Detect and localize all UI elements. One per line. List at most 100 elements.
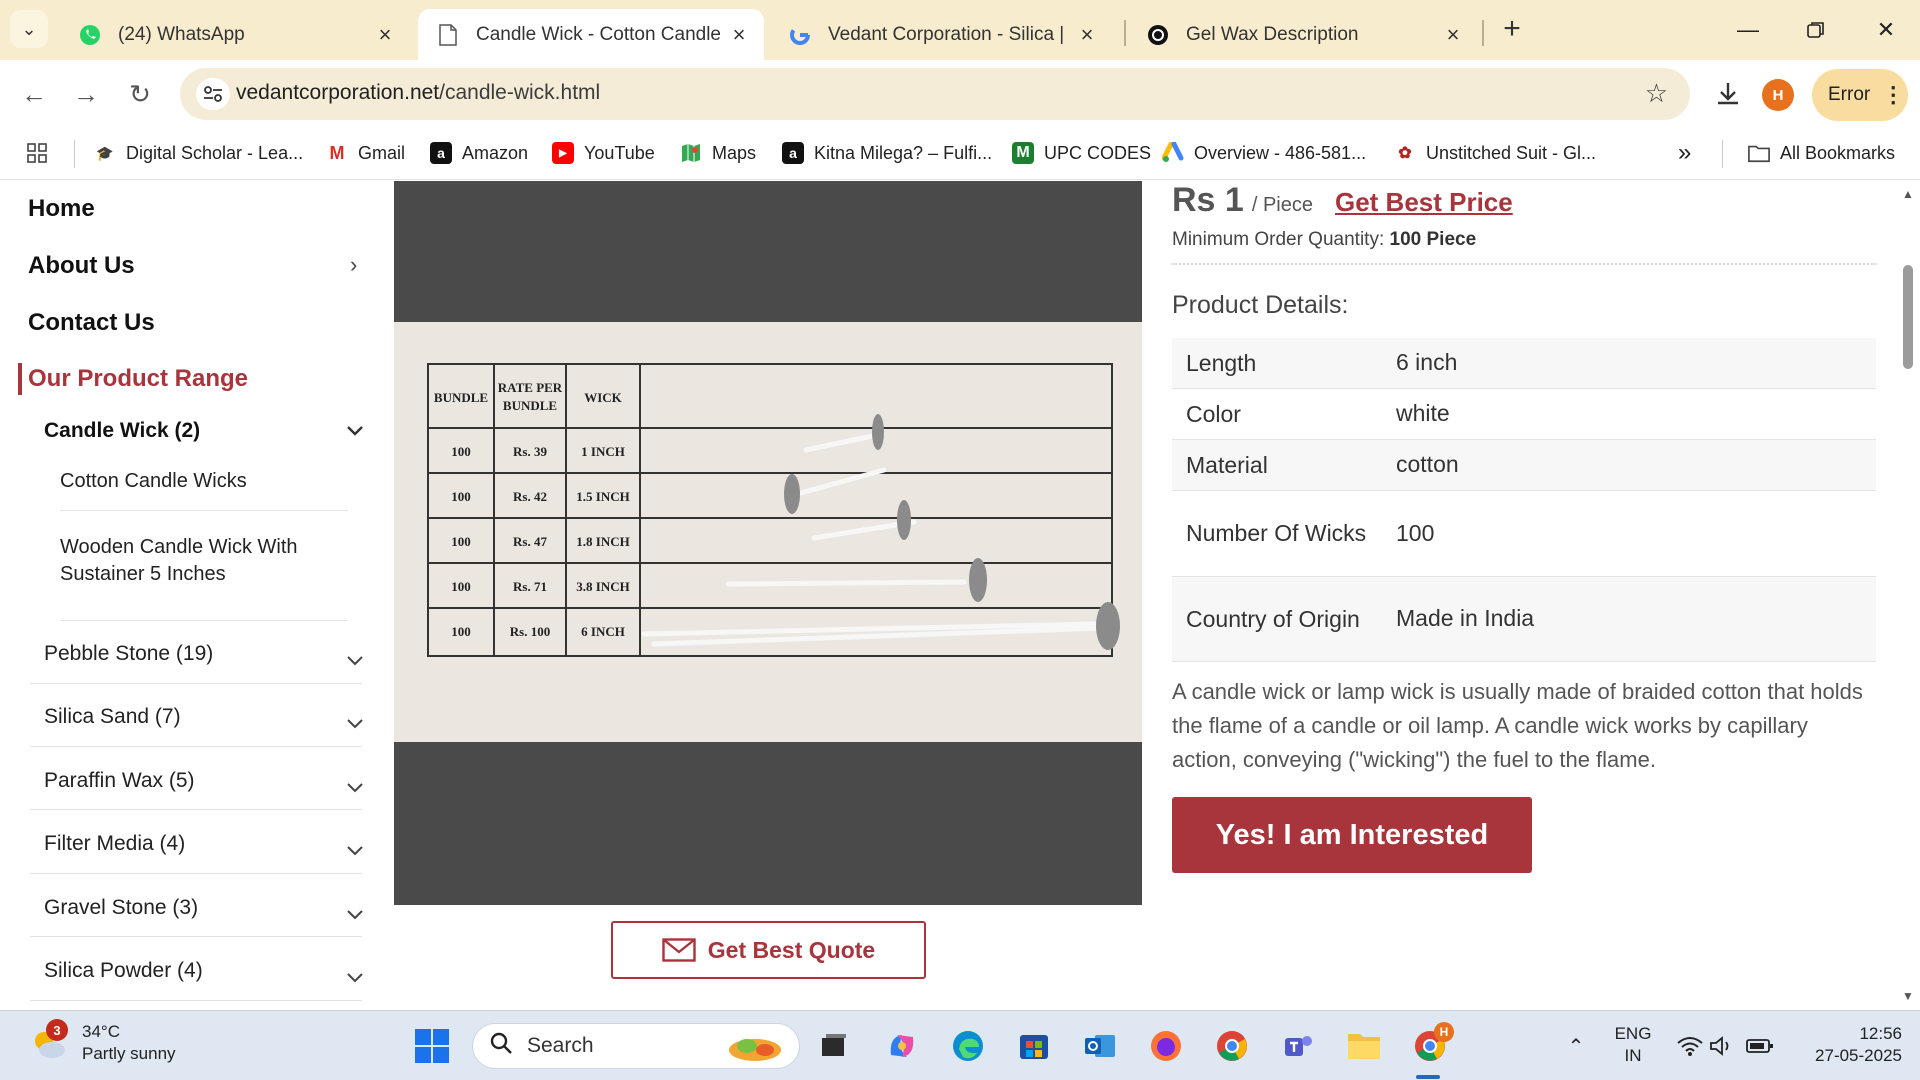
product-image-gallery[interactable]: BUNDLE RATE PER BUNDLE WICK 100 Rs. 39 1 I…	[394, 181, 1142, 905]
close-icon[interactable]: ×	[728, 22, 750, 48]
browser-toolbar: ← → ↻ vedantcorporation.net/candle-wick.…	[0, 60, 1920, 128]
arrow-left-icon: ←	[21, 78, 47, 109]
bookmark-label: Amazon	[462, 142, 529, 163]
temperature: 34°C	[82, 1022, 120, 1041]
address-bar[interactable]: vedantcorporation.net/candle-wick.html ☆	[180, 68, 1690, 120]
tab-whatsapp[interactable]: (24) WhatsApp ×	[60, 9, 410, 60]
new-tab-button[interactable]: +	[1494, 12, 1530, 48]
chevron-down-icon[interactable]	[346, 774, 364, 800]
subcategory-wooden-candle-wick[interactable]: Wooden Candle Wick With Sustainer 5 Inch…	[60, 534, 360, 588]
bookmark-gmail[interactable]: M Gmail	[326, 138, 406, 168]
bookmark-digital-scholar[interactable]: 🎓 Digital Scholar - Lea...	[94, 138, 303, 168]
chevron-down-icon[interactable]	[346, 647, 364, 673]
downloads-button[interactable]	[1708, 74, 1748, 114]
language-line2: IN	[1624, 1046, 1642, 1065]
apps-button[interactable]	[26, 138, 48, 168]
bookmark-label: Maps	[712, 142, 757, 163]
file-explorer-icon[interactable]	[1344, 1026, 1384, 1066]
task-view-icon[interactable]	[814, 1026, 854, 1066]
language-line1: ENG	[1614, 1024, 1652, 1043]
range-accent-bar	[18, 363, 22, 395]
start-button[interactable]	[412, 1026, 452, 1066]
back-button[interactable]: ←	[14, 74, 54, 114]
chevron-down-icon[interactable]	[346, 710, 364, 736]
outlook-icon[interactable]	[1080, 1026, 1120, 1066]
restore-button[interactable]	[1786, 8, 1846, 52]
category-filter-media[interactable]: Filter Media (4)	[44, 832, 185, 856]
bookmark-amazon[interactable]: a Amazon	[430, 138, 528, 168]
bookmark-kitna-milega[interactable]: a Kitna Milega? – Fulfi...	[782, 138, 992, 168]
category-silica-sand[interactable]: Silica Sand (7)	[44, 705, 181, 729]
more-bookmarks-button[interactable]: »	[1678, 138, 1691, 168]
bookmark-overview[interactable]: Overview - 486-581...	[1162, 138, 1366, 168]
divider	[1172, 263, 1876, 265]
weather-widget[interactable]: 3 34°C Partly sunny	[28, 1019, 176, 1065]
profile-avatar[interactable]: H	[1762, 79, 1794, 111]
close-window-button[interactable]: ✕	[1856, 8, 1916, 52]
category-gravel-stone[interactable]: Gravel Stone (3)	[44, 896, 198, 920]
close-icon[interactable]: ×	[1076, 22, 1098, 48]
chevron-down-icon[interactable]	[346, 901, 364, 927]
tab-search-button[interactable]: ⌄	[10, 10, 48, 48]
apps-grid-icon	[27, 143, 47, 163]
nav-about-link[interactable]: About Us	[28, 252, 135, 280]
spec-key: Length	[1172, 338, 1382, 389]
subcategory-cotton-candle-wicks[interactable]: Cotton Candle Wicks	[60, 468, 360, 495]
scroll-down-arrow-icon[interactable]: ▼	[1902, 989, 1914, 1003]
bookmark-upc-codes[interactable]: M UPC CODES	[1012, 138, 1151, 168]
page-scrollbar[interactable]: ▲ ▼	[1896, 181, 1920, 1010]
bookmark-youtube[interactable]: ▶ YouTube	[552, 138, 655, 168]
chevron-right-icon[interactable]: ›	[350, 252, 357, 278]
category-pebble-stone[interactable]: Pebble Stone (19)	[44, 642, 213, 666]
teams-icon[interactable]	[1278, 1026, 1318, 1066]
taskbar-search[interactable]: Search	[472, 1023, 800, 1069]
nav-home-link[interactable]: Home	[28, 195, 95, 223]
forward-button[interactable]: →	[66, 74, 106, 114]
photo-table-cell: 1 INCH	[581, 444, 625, 459]
tab-gel-wax[interactable]: Gel Wax Description ×	[1128, 9, 1478, 60]
nav-contact-link[interactable]: Contact Us	[28, 309, 155, 337]
copilot-icon[interactable]	[882, 1026, 922, 1066]
chrome-profile-icon[interactable]: H	[1410, 1022, 1454, 1066]
scrollbar-thumb[interactable]	[1903, 265, 1913, 369]
tab-candle-wick[interactable]: Candle Wick - Cotton Candle W ×	[418, 9, 764, 60]
all-bookmarks-button[interactable]: All Bookmarks	[1748, 138, 1895, 168]
minimize-button[interactable]: —	[1718, 8, 1778, 52]
firefox-icon[interactable]	[1146, 1026, 1186, 1066]
chevron-up-icon[interactable]	[346, 417, 364, 443]
microsoft-store-icon[interactable]	[1014, 1026, 1054, 1066]
close-icon[interactable]: ×	[374, 22, 396, 48]
close-icon[interactable]: ×	[1442, 22, 1464, 48]
category-paraffin-wax[interactable]: Paraffin Wax (5)	[44, 769, 195, 793]
tab-vedant-silica[interactable]: Vedant Corporation - Silica | Qu ×	[770, 9, 1112, 60]
i-am-interested-button[interactable]: Yes! I am Interested	[1172, 797, 1532, 873]
bookmark-unstitched-suit[interactable]: ✿ Unstitched Suit - Gl...	[1394, 138, 1596, 168]
moq-label: Minimum Order Quantity:	[1172, 229, 1385, 250]
tune-icon	[204, 86, 222, 102]
url-path: /candle-wick.html	[439, 81, 601, 104]
show-hidden-icons-button[interactable]: ⌃	[1556, 1026, 1596, 1066]
reload-button[interactable]: ↻	[120, 74, 160, 114]
product-photo[interactable]: BUNDLE RATE PER BUNDLE WICK 100 Rs. 39 1 I…	[394, 322, 1142, 742]
edge-icon[interactable]	[948, 1026, 988, 1066]
get-best-price-link[interactable]: Get Best Price	[1335, 187, 1513, 218]
bookmark-star-icon[interactable]: ☆	[1645, 78, 1668, 109]
scroll-up-arrow-icon[interactable]: ▲	[1902, 187, 1914, 201]
chevron-down-icon[interactable]	[346, 837, 364, 863]
error-menu-button[interactable]: Error ⋮	[1812, 69, 1908, 121]
url-text[interactable]: vedantcorporation.net/candle-wick.html	[236, 81, 600, 105]
get-best-quote-button[interactable]: Get Best Quote	[611, 921, 926, 979]
category-candle-wick[interactable]: Candle Wick (2)	[44, 419, 200, 443]
battery-icon[interactable]	[1740, 1026, 1780, 1066]
chevron-down-icon[interactable]	[346, 964, 364, 990]
tab-title: (24) WhatsApp	[118, 23, 245, 45]
language-indicator[interactable]: ENG IN	[1600, 1023, 1666, 1067]
site-info-button[interactable]	[196, 78, 230, 110]
bookmark-maps[interactable]: Maps	[680, 138, 756, 168]
product-description: A candle wick or lamp wick is usually ma…	[1172, 679, 1863, 772]
bookmark-label: Overview - 486-581...	[1194, 142, 1367, 163]
category-silica-powder[interactable]: Silica Powder (4)	[44, 959, 203, 983]
volume-icon[interactable]	[1702, 1026, 1742, 1066]
chrome-icon[interactable]	[1212, 1026, 1252, 1066]
clock[interactable]: 12:56 27-05-2025	[1792, 1023, 1902, 1067]
